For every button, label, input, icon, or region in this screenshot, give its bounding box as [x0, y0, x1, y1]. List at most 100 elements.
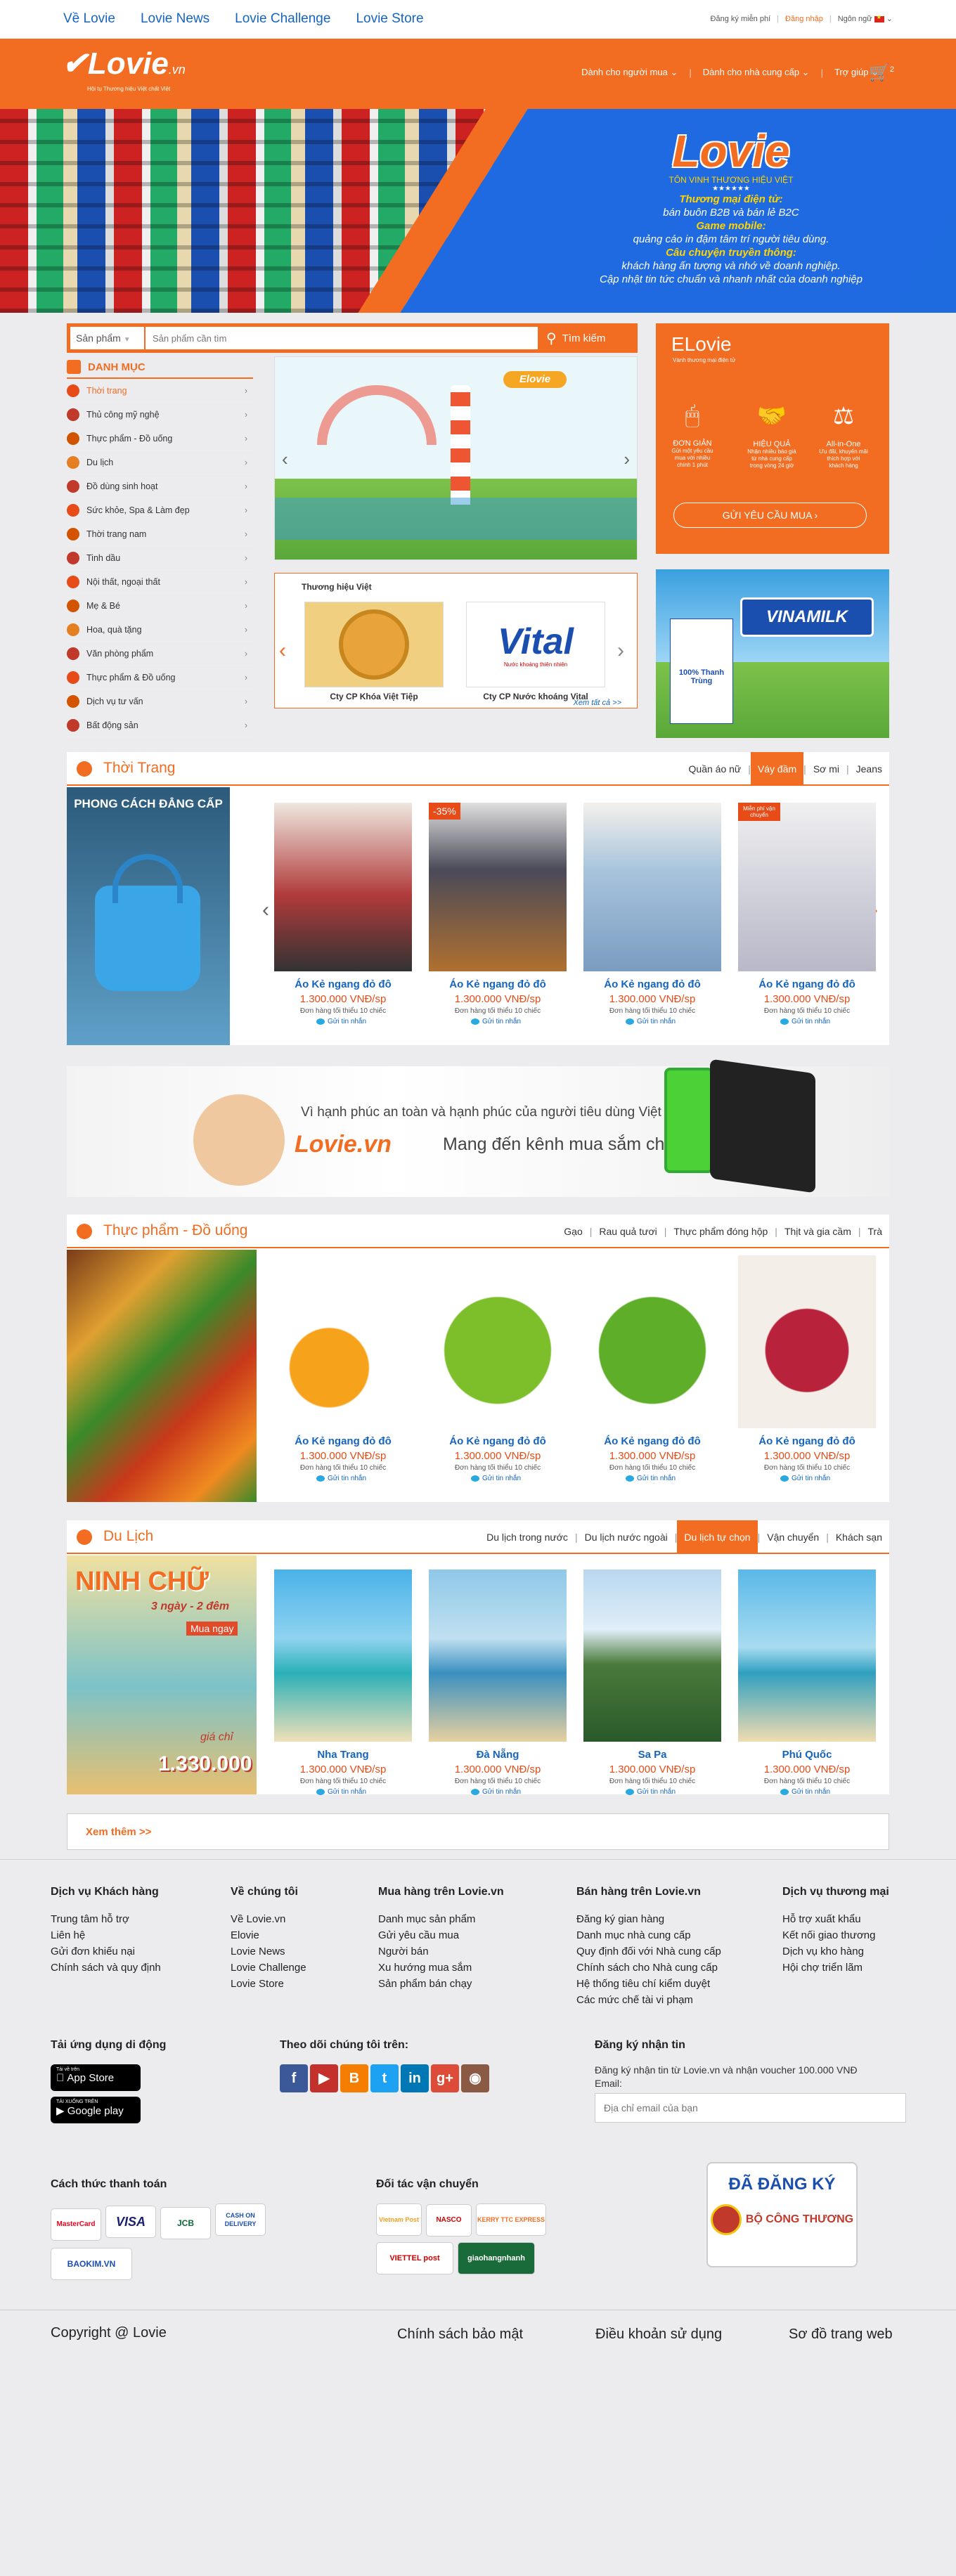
- tab-food[interactable]: Thịt và gia cầm: [777, 1215, 858, 1248]
- linkedin-icon[interactable]: in: [401, 2064, 429, 2092]
- product-name[interactable]: Áo Kẻ ngang đỏ đô: [738, 1435, 876, 1447]
- footer-link[interactable]: Lovie Challenge: [231, 1960, 306, 1976]
- send-message-link[interactable]: Gửi tin nhắn: [626, 1475, 721, 1482]
- category-item[interactable]: Thực phẩm & Đồ uống ›: [67, 666, 253, 690]
- see-more-bar[interactable]: Xem thêm >>: [67, 1813, 889, 1850]
- send-message-link[interactable]: Gửi tin nhắn: [471, 1475, 567, 1482]
- chevron-left-icon[interactable]: ‹: [279, 637, 295, 665]
- tab-food[interactable]: Trà: [861, 1215, 889, 1248]
- send-message-link[interactable]: Gửi tin nhắn: [780, 1018, 876, 1025]
- category-item[interactable]: Dịch vụ tư vấn ›: [67, 690, 253, 713]
- youtube-icon[interactable]: ▶: [310, 2064, 338, 2092]
- tab-travel[interactable]: Vận chuyển: [760, 1520, 826, 1554]
- send-message-link[interactable]: Gửi tin nhắn: [471, 1018, 567, 1025]
- nav-buyers[interactable]: Dành cho người mua ⌄: [581, 67, 678, 78]
- footer-link[interactable]: Quy định đối với Nhà cung cấp: [576, 1943, 721, 1960]
- chevron-left-icon[interactable]: ‹: [282, 448, 288, 470]
- terms-link[interactable]: Điều khoản sử dụng: [595, 2326, 722, 2343]
- footer-link[interactable]: Về Lovie.vn: [231, 1911, 306, 1927]
- footer-link[interactable]: Lovie Store: [231, 1976, 306, 1992]
- footer-link[interactable]: Elovie: [231, 1927, 306, 1943]
- product-name[interactable]: Sa Pa: [583, 1749, 721, 1761]
- chevron-right-icon[interactable]: ›: [617, 637, 633, 665]
- product-card[interactable]: Sa Pa 1.300.000 VNĐ/sp Đơn hàng tối thiểu …: [583, 1569, 721, 1796]
- category-item[interactable]: Nội thất, ngoại thất ›: [67, 570, 253, 594]
- search-button[interactable]: ⚲ Tìm kiếm: [541, 327, 632, 349]
- product-name[interactable]: Áo Kẻ ngang đỏ đô: [274, 978, 412, 990]
- footer-link[interactable]: Người bán: [378, 1943, 504, 1960]
- google-play-button[interactable]: TẢI XUỐNG TRÊN ▶ Google play: [51, 2097, 141, 2123]
- product-name[interactable]: Áo Kẻ ngang đỏ đô: [583, 1435, 721, 1447]
- product-name[interactable]: Áo Kẻ ngang đỏ đô: [429, 978, 567, 990]
- chevron-right-icon[interactable]: ›: [624, 448, 630, 470]
- brand-logo-vital[interactable]: Vital Nước khoáng thiên nhiên: [466, 602, 605, 687]
- twitter-icon[interactable]: t: [370, 2064, 399, 2092]
- category-item[interactable]: Sức khỏe, Spa & Làm đẹp ›: [67, 498, 253, 522]
- category-item[interactable]: Bất động sản ›: [67, 713, 253, 737]
- language-selector[interactable]: Ngôn ngữ ⌄: [838, 14, 893, 23]
- footer-link[interactable]: Gửi yêu cầu mua: [378, 1927, 504, 1943]
- footer-link[interactable]: Hỗ trợ xuất khẩu: [782, 1911, 889, 1927]
- send-message-link[interactable]: Gửi tin nhắn: [316, 1475, 412, 1482]
- googleplus-icon[interactable]: g+: [431, 2064, 459, 2092]
- top-nav-link[interactable]: Lovie Challenge: [235, 11, 330, 27]
- travel-promo-banner[interactable]: NINH CHỮ 3 ngày - 2 đêm Mua ngay giá chỉ…: [67, 1555, 257, 1794]
- category-item[interactable]: Thời trang nam ›: [67, 522, 253, 546]
- footer-link[interactable]: Gửi đơn khiếu nại: [51, 1943, 161, 1960]
- brand-name[interactable]: Cty CP Khóa Việt Tiệp: [304, 692, 444, 701]
- product-card[interactable]: Áo Kẻ ngang đỏ đô 1.300.000 VNĐ/sp Đơn hàn…: [274, 1255, 412, 1482]
- category-item[interactable]: Mẹ & Bé ›: [67, 594, 253, 618]
- footer-link[interactable]: Hội chợ triển lãm: [782, 1960, 889, 1976]
- top-nav-link[interactable]: Về Lovie: [63, 11, 115, 27]
- facebook-icon[interactable]: f: [280, 2064, 308, 2092]
- tab-travel[interactable]: Khách sạn: [829, 1520, 889, 1554]
- product-card[interactable]: Áo Kẻ ngang đỏ đô 1.300.000 VNĐ/sp Đơn hàn…: [274, 803, 412, 1025]
- product-name[interactable]: Phú Quốc: [738, 1749, 876, 1761]
- footer-link[interactable]: Đăng ký gian hàng: [576, 1911, 721, 1927]
- footer-link[interactable]: Dịch vụ kho hàng: [782, 1943, 889, 1960]
- search-category-select[interactable]: Sản phẩm ▼: [70, 327, 144, 349]
- site-logo[interactable]: ✔Lovie.vn Hội tụ Thương hiệu Việt chất V…: [62, 48, 186, 93]
- footer-link[interactable]: Lovie News: [231, 1943, 306, 1960]
- tab-food[interactable]: Gạo: [557, 1215, 589, 1248]
- footer-link[interactable]: Danh mục nhà cung cấp: [576, 1927, 721, 1943]
- category-item[interactable]: Đồ dùng sinh hoạt ›: [67, 474, 253, 498]
- app-store-button[interactable]: Tải về trên App Store: [51, 2064, 141, 2091]
- registered-badge[interactable]: ĐÃ ĐĂNG KÝ BỘ CÔNG THƯƠNG: [706, 2162, 858, 2267]
- hero-banner[interactable]: Lovie TÔN VINH THƯƠNG HIỆU VIỆT ★★★★★★ T…: [0, 109, 956, 313]
- sitemap-link[interactable]: Sơ đồ trang web: [789, 2326, 893, 2343]
- send-message-link[interactable]: Gửi tin nhắn: [471, 1788, 567, 1796]
- login-link[interactable]: Đăng nhập: [785, 15, 823, 23]
- tab-travel[interactable]: Du lịch trong nước: [479, 1520, 575, 1554]
- category-item[interactable]: Du lịch ›: [67, 451, 253, 474]
- tab-travel[interactable]: Du lịch nước ngoài: [578, 1520, 675, 1554]
- footer-link[interactable]: Xu hướng mua sắm: [378, 1960, 504, 1976]
- product-card[interactable]: Áo Kẻ ngang đỏ đô 1.300.000 VNĐ/sp Đơn hàn…: [583, 803, 721, 1025]
- brands-see-all-link[interactable]: Xem tất cả >>: [574, 699, 621, 707]
- search-input[interactable]: [146, 327, 538, 349]
- lovie-ad-banner[interactable]: Vì hạnh phúc an toàn và hạnh phúc của ng…: [67, 1059, 889, 1197]
- product-card[interactable]: Miễn phí vận chuyển Áo Kẻ ngang đỏ đô 1.30…: [738, 803, 876, 1025]
- category-item[interactable]: Hoa, quà tặng ›: [67, 618, 253, 642]
- send-message-link[interactable]: Gửi tin nhắn: [316, 1018, 412, 1025]
- product-card[interactable]: Đà Nẵng 1.300.000 VNĐ/sp Đơn hàng tối thiể…: [429, 1569, 567, 1796]
- footer-link[interactable]: Chính sách và quy định: [51, 1960, 161, 1976]
- promo-illustration[interactable]: Elovie ‹ ›: [274, 356, 638, 560]
- send-message-link[interactable]: Gửi tin nhắn: [626, 1018, 721, 1025]
- top-nav-link[interactable]: Lovie News: [141, 11, 209, 27]
- food-promo-image[interactable]: [67, 1250, 257, 1502]
- product-card[interactable]: Phú Quốc 1.300.000 VNĐ/sp Đơn hàng tối thi…: [738, 1569, 876, 1796]
- send-message-link[interactable]: Gửi tin nhắn: [780, 1788, 876, 1796]
- tab-travel[interactable]: Du lịch tự chọn: [677, 1520, 758, 1554]
- product-name[interactable]: Áo Kẻ ngang đỏ đô: [583, 978, 721, 990]
- category-item[interactable]: Văn phòng phẩm ›: [67, 642, 253, 666]
- category-item[interactable]: Thời trang ›: [67, 379, 253, 403]
- fashion-promo-banner[interactable]: PHONG CÁCH ĐẲNG CẤP: [67, 787, 230, 1045]
- newsletter-email-input[interactable]: [595, 2093, 906, 2123]
- category-item[interactable]: Thực phẩm - Đồ uống ›: [67, 427, 253, 451]
- footer-link[interactable]: Kết nối giao thương: [782, 1927, 889, 1943]
- brand-logo-viettiep[interactable]: [304, 602, 444, 687]
- product-name[interactable]: Áo Kẻ ngang đỏ đô: [429, 1435, 567, 1447]
- register-link[interactable]: Đăng ký miễn phí: [711, 15, 771, 23]
- blogger-icon[interactable]: B: [340, 2064, 368, 2092]
